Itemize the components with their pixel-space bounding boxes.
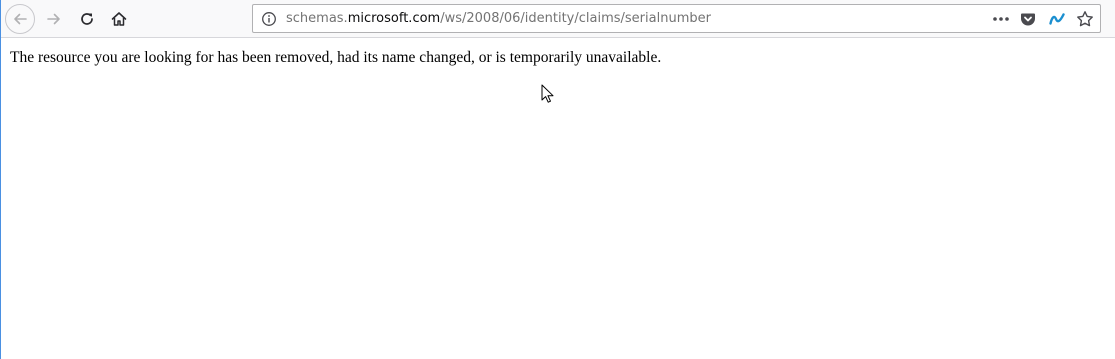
- navigation-toolbar: schemas.microsoft.com/ws/2008/06/identit…: [1, 0, 1115, 38]
- home-button[interactable]: [104, 4, 134, 34]
- pocket-icon[interactable]: [1020, 11, 1036, 27]
- back-button[interactable]: [5, 4, 35, 34]
- page-content: The resource you are looking for has bee…: [1, 38, 1115, 359]
- address-bar[interactable]: schemas.microsoft.com/ws/2008/06/identit…: [252, 4, 1101, 33]
- url-prefix: schemas.: [286, 11, 348, 26]
- browser-window: schemas.microsoft.com/ws/2008/06/identit…: [0, 0, 1115, 359]
- extension-icon[interactable]: [1049, 11, 1065, 27]
- mouse-cursor-icon: [541, 84, 554, 103]
- star-icon[interactable]: [1076, 10, 1094, 28]
- more-horizontal-icon[interactable]: [992, 11, 1010, 27]
- reload-icon: [81, 13, 93, 25]
- info-icon[interactable]: [261, 11, 277, 27]
- error-message: The resource you are looking for has bee…: [10, 49, 662, 66]
- url-host: microsoft.com: [347, 11, 441, 26]
- reload-button[interactable]: [72, 4, 102, 34]
- forward-arrow-icon: [47, 13, 60, 25]
- url-text[interactable]: schemas.microsoft.com/ws/2008/06/identit…: [286, 11, 711, 27]
- forward-button[interactable]: [39, 4, 69, 34]
- home-icon: [111, 12, 127, 26]
- back-arrow-icon: [14, 13, 27, 25]
- url-path: /ws/2008/06/identity/claims/serialnumber: [440, 11, 711, 26]
